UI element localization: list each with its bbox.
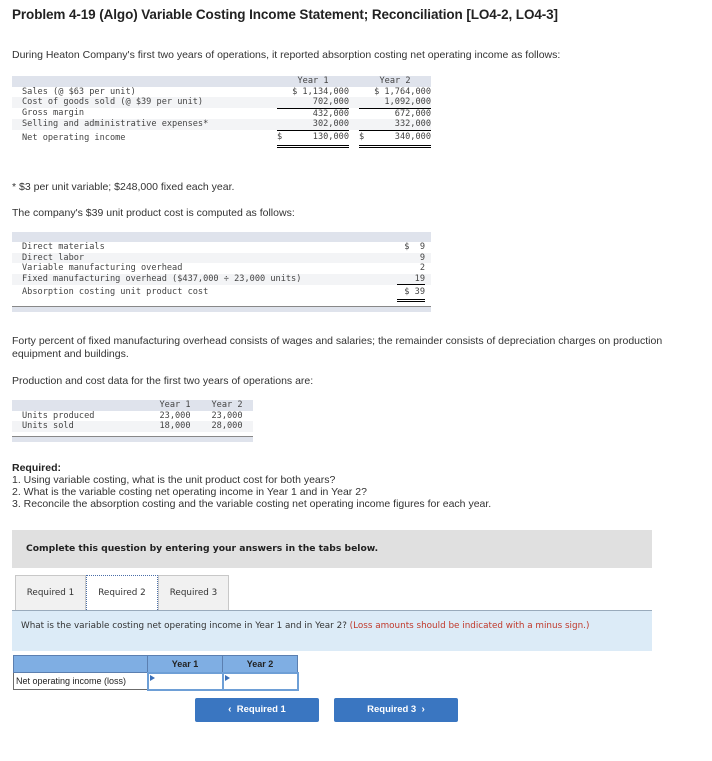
year-2-net-operating-income-input[interactable] bbox=[223, 673, 297, 689]
table-row: Net operating income $130,000 $340,000 bbox=[12, 130, 431, 148]
answer-col-year-2: Year 2 bbox=[222, 655, 298, 673]
tab-required-1[interactable]: Required 1 bbox=[15, 575, 86, 610]
answer-table: Year 1 Year 2 Net operating income (loss… bbox=[13, 655, 299, 691]
table-row: Cost of goods sold (@ $39 per unit) 702,… bbox=[12, 97, 431, 109]
input-flag-icon bbox=[224, 674, 230, 681]
chevron-left-icon: ‹ bbox=[228, 704, 232, 715]
required-item-2: 2. What is the variable costing net oper… bbox=[12, 486, 367, 498]
question-text: What is the variable costing net operati… bbox=[21, 621, 347, 631]
required-item-3: 3. Reconcile the absorption costing and … bbox=[12, 498, 492, 510]
income-statement: Year 1 Year 2 Sales (@ $63 per unit) $ 1… bbox=[12, 76, 431, 148]
unit-cost-table: Direct materials $ 9 Direct labor 9 Vari… bbox=[12, 232, 431, 312]
income-statement-header: Year 1 Year 2 bbox=[12, 76, 431, 87]
page-title: Problem 4-19 (Algo) Variable Costing Inc… bbox=[12, 7, 558, 22]
question-note: (Loss amounts should be indicated with a… bbox=[349, 621, 590, 631]
answer-row-label: Net operating income (loss) bbox=[13, 672, 148, 690]
table-row: Direct labor 9 bbox=[12, 252, 431, 263]
required-heading: Required: bbox=[12, 462, 62, 474]
col-year-2: Year 2 bbox=[359, 76, 431, 87]
table-row: Absorption costing unit product cost $ 3… bbox=[12, 284, 431, 302]
required-section: Required: 1. Using variable costing, wha… bbox=[12, 462, 491, 510]
input-flag-icon bbox=[149, 674, 155, 681]
tab-required-2[interactable]: Required 2 bbox=[86, 575, 158, 612]
table-row: Sales (@ $63 per unit) $ 1,134,000 $ 1,7… bbox=[22, 86, 431, 97]
unit-cost-intro: The company's $39 unit product cost is c… bbox=[12, 207, 295, 219]
table-row: Variable manufacturing overhead 2 bbox=[22, 263, 425, 273]
year-1-net-operating-income-input[interactable] bbox=[148, 673, 222, 689]
table-row: Gross margin 432,000 672,000 bbox=[22, 108, 431, 119]
production-table: Year 1 Year 2 Units produced 23,000 23,0… bbox=[12, 400, 253, 442]
fixed-overhead-note: Forty percent of fixed manufacturing ove… bbox=[12, 335, 663, 360]
next-required-3-button[interactable]: Required 3 › bbox=[334, 698, 458, 722]
table-row: Fixed manufacturing overhead ($437,000 ÷… bbox=[12, 273, 431, 285]
footnote: * $3 per unit variable; $248,000 fixed e… bbox=[12, 181, 235, 193]
table-row: Units sold 18,000 28,000 bbox=[12, 421, 253, 432]
production-intro: Production and cost data for the first t… bbox=[12, 375, 314, 387]
answer-col-year-1: Year 1 bbox=[147, 655, 223, 673]
tab-required-3[interactable]: Required 3 bbox=[158, 575, 229, 610]
required-item-1: 1. Using variable costing, what is the u… bbox=[12, 474, 336, 486]
table-row: Net operating income (loss) bbox=[13, 671, 299, 691]
col-year-1: Year 1 bbox=[277, 76, 349, 87]
instruction-banner: Complete this question by entering your … bbox=[12, 530, 652, 568]
chevron-right-icon: › bbox=[421, 704, 425, 715]
prev-required-1-button[interactable]: ‹ Required 1 bbox=[195, 698, 319, 722]
question-panel: What is the variable costing net operati… bbox=[12, 611, 652, 651]
table-row: Direct materials $ 9 bbox=[22, 242, 425, 252]
table-row: Selling and administrative expenses* 302… bbox=[12, 119, 431, 131]
intro-text: During Heaton Company's first two years … bbox=[12, 49, 561, 61]
table-row: Units produced 23,000 23,000 bbox=[22, 410, 243, 421]
